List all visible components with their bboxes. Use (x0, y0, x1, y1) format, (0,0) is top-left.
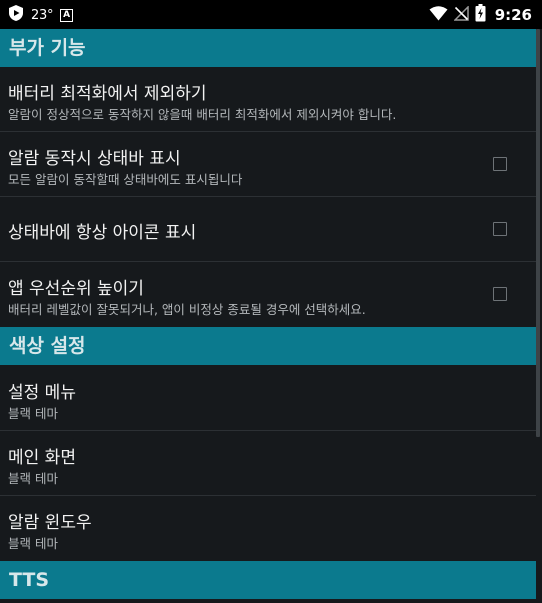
pref-title: 알람 윈도우 (8, 513, 92, 533)
temperature-text: 23° (31, 7, 54, 23)
pref-title: 앱 우선순위 높이기 (8, 279, 144, 299)
alarm-statusbar-checkbox[interactable] (493, 157, 507, 171)
section-header-tts: TTS (0, 561, 536, 599)
shield-play-icon (8, 4, 24, 26)
pref-battery-optimization[interactable]: 배터리 최적화에서 제외하기 알람이 정상적으로 동작하지 않을때 배터리 최적… (0, 67, 536, 132)
pref-summary: 블랙 테마 (8, 536, 58, 551)
clock-time: 9:26 (494, 6, 532, 24)
scrollbar[interactable] (536, 29, 540, 437)
pref-settings-menu-theme[interactable]: 설정 메뉴 블랙 테마 (0, 365, 536, 431)
notification-letter: A (63, 9, 71, 20)
section-header-extra: 부가 기능 (0, 29, 536, 67)
pref-always-icon[interactable]: 상태바에 항상 아이콘 표시 (0, 197, 536, 262)
status-bar: 23° A 9:26 (0, 0, 542, 29)
section-header-color: 색상 설정 (0, 327, 536, 365)
app-priority-checkbox[interactable] (493, 287, 507, 301)
pref-title: 설정 메뉴 (8, 383, 76, 403)
pref-alarm-window-theme[interactable]: 알람 윈도우 블랙 테마 (0, 496, 536, 561)
pref-main-screen-theme[interactable]: 메인 화면 블랙 테마 (0, 431, 536, 496)
status-bar-right: 9:26 (429, 4, 532, 26)
pref-title: 상태바에 항상 아이콘 표시 (8, 223, 197, 243)
pref-summary: 블랙 테마 (8, 406, 58, 421)
pref-summary: 모든 알람이 동작할때 상태바에도 표시됩니다 (8, 172, 243, 187)
pref-summary: 알람이 정상적으로 동작하지 않을때 배터리 최적화에서 제외시켜야 합니다. (8, 107, 397, 122)
settings-screen: 23° A 9:26 부가 기능 배터리 최적화에서 제외하기 알람이 정상적으… (0, 0, 542, 603)
status-bar-left: 23° A (8, 4, 74, 26)
pref-app-priority[interactable]: 앱 우선순위 높이기 배터리 레벨값이 잘못되거나, 앱이 비정상 종료될 경우… (0, 262, 536, 327)
pref-title: 알람 동작시 상태바 표시 (8, 149, 181, 169)
pref-title: 메인 화면 (8, 448, 76, 468)
no-signal-icon (452, 4, 469, 25)
pref-alarm-statusbar[interactable]: 알람 동작시 상태바 표시 모든 알람이 동작할때 상태바에도 표시됩니다 (0, 132, 536, 197)
always-icon-checkbox[interactable] (493, 222, 507, 236)
battery-charging-icon (475, 4, 486, 26)
pref-summary: 블랙 테마 (8, 471, 58, 486)
a-notification-icon: A (60, 8, 74, 22)
pref-title: 배터리 최적화에서 제외하기 (8, 84, 207, 104)
wifi-icon (429, 5, 448, 25)
pref-summary: 배터리 레벨값이 잘못되거나, 앱이 비정상 종료될 경우에 선택하세요. (8, 302, 366, 317)
